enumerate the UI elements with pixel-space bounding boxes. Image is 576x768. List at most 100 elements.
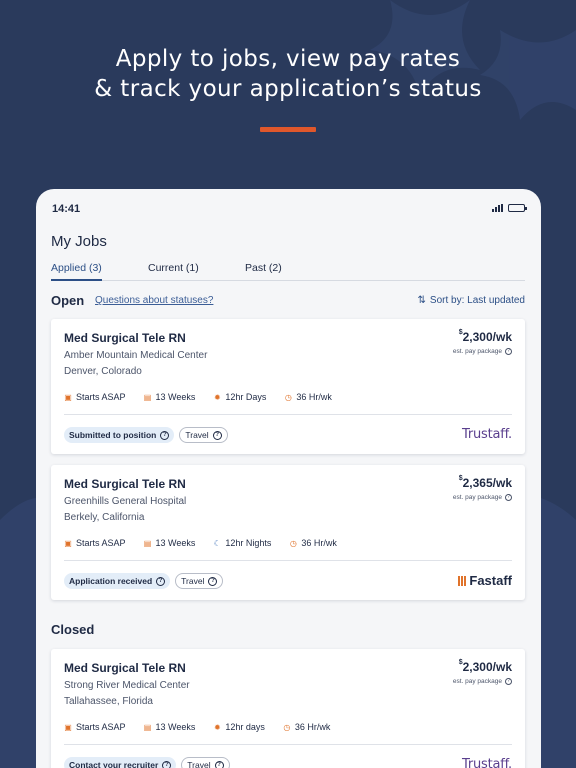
detail-start: ▣ Starts ASAP xyxy=(64,392,126,402)
help-icon: ? xyxy=(162,760,172,768)
status-badge[interactable]: Contact your recruiter? xyxy=(64,757,177,768)
card-divider xyxy=(64,560,512,561)
sun-icon: ✹ xyxy=(214,722,221,732)
help-icon: ? xyxy=(156,576,166,586)
calendar-range-icon: ▤ xyxy=(143,392,152,402)
moon-icon: ☾ xyxy=(213,538,221,548)
card-divider xyxy=(64,414,512,415)
detail-hours-label: 36 Hr/wk xyxy=(301,538,337,548)
detail-start: ▣ Starts ASAP xyxy=(64,722,125,732)
type-badge-label: Travel xyxy=(185,430,209,440)
pay-note-label: est. pay package xyxy=(452,348,502,355)
clock-icon: ◷ xyxy=(289,538,297,548)
status-badge-label: Contact your recruiter xyxy=(69,760,159,768)
page-title: My Jobs xyxy=(51,233,107,250)
detail-duration-label: 13 Weeks xyxy=(155,538,196,548)
tab-current[interactable]: Current (1) xyxy=(148,262,199,281)
job-card[interactable]: Med Surgical Tele RN Greenhills General … xyxy=(51,465,525,600)
brand-logo-fastaff: Fastaff xyxy=(458,573,512,588)
sort-icon: ⇅ xyxy=(417,295,426,306)
detail-shift: ✹ 12hr Days xyxy=(213,392,266,402)
type-badge[interactable]: Travel? xyxy=(179,427,228,443)
job-title: Med Surgical Tele RN xyxy=(64,477,186,491)
calendar-icon: ▣ xyxy=(64,392,72,402)
closed-section-title: Closed xyxy=(51,622,95,637)
status-icons xyxy=(492,204,527,212)
job-title: Med Surgical Tele RN xyxy=(64,661,186,675)
info-icon[interactable]: ? xyxy=(505,348,512,355)
help-icon: ? xyxy=(160,430,170,440)
detail-shift-label: 12hr days xyxy=(225,722,265,732)
detail-shift-label: 12hr Nights xyxy=(225,538,272,548)
pay-currency: $ xyxy=(458,659,463,666)
help-icon: ? xyxy=(214,760,224,768)
calendar-range-icon: ▤ xyxy=(143,722,152,732)
card-divider xyxy=(64,744,512,745)
detail-hours: ◷ 36 Hr/wk xyxy=(283,722,330,732)
status-badge[interactable]: Application received? xyxy=(64,573,171,589)
pay-currency: $ xyxy=(458,329,463,336)
detail-duration: ▤ 13 Weeks xyxy=(144,538,196,548)
detail-hours-label: 36 Hr/wk xyxy=(296,392,332,402)
headline-line-2: & track your application’s status xyxy=(94,76,482,102)
job-location: Berkely, California xyxy=(64,512,145,523)
clock-icon: ◷ xyxy=(284,392,292,402)
clock-icon: ◷ xyxy=(283,722,291,732)
calendar-range-icon: ▤ xyxy=(143,538,152,548)
detail-duration-label: 13 Weeks xyxy=(155,392,196,402)
detail-duration: ▤ 13 Weeks xyxy=(144,722,196,732)
job-card[interactable]: Med Surgical Tele RN Strong River Medica… xyxy=(51,649,525,768)
status-badge-label: Application received xyxy=(69,576,153,586)
open-section-title: Open xyxy=(51,293,85,308)
type-badge[interactable]: Travel? xyxy=(175,573,224,589)
type-badge-label: Travel xyxy=(181,576,205,586)
type-badge-label: Travel xyxy=(187,760,211,768)
tab-past[interactable]: Past (2) xyxy=(245,262,282,281)
job-details: ▣ Starts ASAP ▤ 13 Weeks ☾ 12hr Nights ◷ 36 … xyxy=(64,538,355,548)
job-title: Med Surgical Tele RN xyxy=(64,331,186,345)
pay-currency: $ xyxy=(458,475,463,482)
job-badges: Submitted to position? Travel? xyxy=(64,427,228,443)
sort-button[interactable]: ⇅ Sort by: Last updated xyxy=(418,295,525,306)
detail-duration: ▤ 13 Weeks xyxy=(144,392,196,402)
job-details: ▣ Starts ASAP ▤ 13 Weeks ✹ 12hr days ◷ 36 Hr… xyxy=(64,722,348,732)
open-section-header: Open Questions about statuses? ⇅ Sort by… xyxy=(51,293,525,309)
detail-shift: ✹ 12hr days xyxy=(213,722,265,732)
pay-amount: 2,300/wk xyxy=(462,660,512,674)
status-bar: 14:41 xyxy=(52,203,527,217)
detail-hours: ◷ 36 Hr/wk xyxy=(289,538,337,548)
info-icon[interactable]: ? xyxy=(505,494,512,501)
pay-note-label: est. pay package xyxy=(452,678,502,685)
tab-bar: Applied (3) Current (1) Past (2) xyxy=(51,262,525,281)
detail-hours: ◷ 36 Hr/wk xyxy=(284,392,332,402)
status-time: 14:41 xyxy=(52,203,81,215)
tab-applied[interactable]: Applied (3) xyxy=(51,262,102,281)
sun-icon: ✹ xyxy=(214,392,221,402)
job-badges: Contact your recruiter? Travel? xyxy=(64,757,230,768)
type-badge[interactable]: Travel? xyxy=(181,757,230,768)
detail-shift: ☾ 12hr Nights xyxy=(213,538,272,548)
status-badge[interactable]: Submitted to position? xyxy=(64,427,175,443)
pay-amount: 2,365/wk xyxy=(462,476,512,490)
info-icon[interactable]: ? xyxy=(505,678,512,685)
accent-bar xyxy=(260,127,316,132)
job-details: ▣ Starts ASAP ▤ 13 Weeks ✹ 12hr Days ◷ 36 Hr… xyxy=(64,392,350,402)
pay-note-label: est. pay package xyxy=(452,494,502,501)
detail-shift-label: 12hr Days xyxy=(225,392,267,402)
battery-icon xyxy=(508,204,527,212)
brand-logo-trustaff: Trustaff. xyxy=(462,757,512,768)
pay-note: est. pay package ? xyxy=(453,678,512,685)
detail-start-label: Starts ASAP xyxy=(76,538,126,548)
fastaff-mark-icon xyxy=(458,575,467,586)
help-icon: ? xyxy=(208,576,218,586)
pay-note: est. pay package ? xyxy=(453,494,512,501)
help-icon: ? xyxy=(212,430,222,440)
statuses-help-link[interactable]: Questions about statuses? xyxy=(95,295,213,306)
calendar-icon: ▣ xyxy=(64,538,72,548)
job-location: Tallahassee, Florida xyxy=(64,696,153,707)
job-card[interactable]: Med Surgical Tele RN Amber Mountain Medi… xyxy=(51,319,525,454)
detail-start-label: Starts ASAP xyxy=(76,392,126,402)
job-facility: Strong River Medical Center xyxy=(64,680,190,691)
sort-label: Sort by: Last updated xyxy=(429,295,525,306)
calendar-icon: ▣ xyxy=(64,722,72,732)
